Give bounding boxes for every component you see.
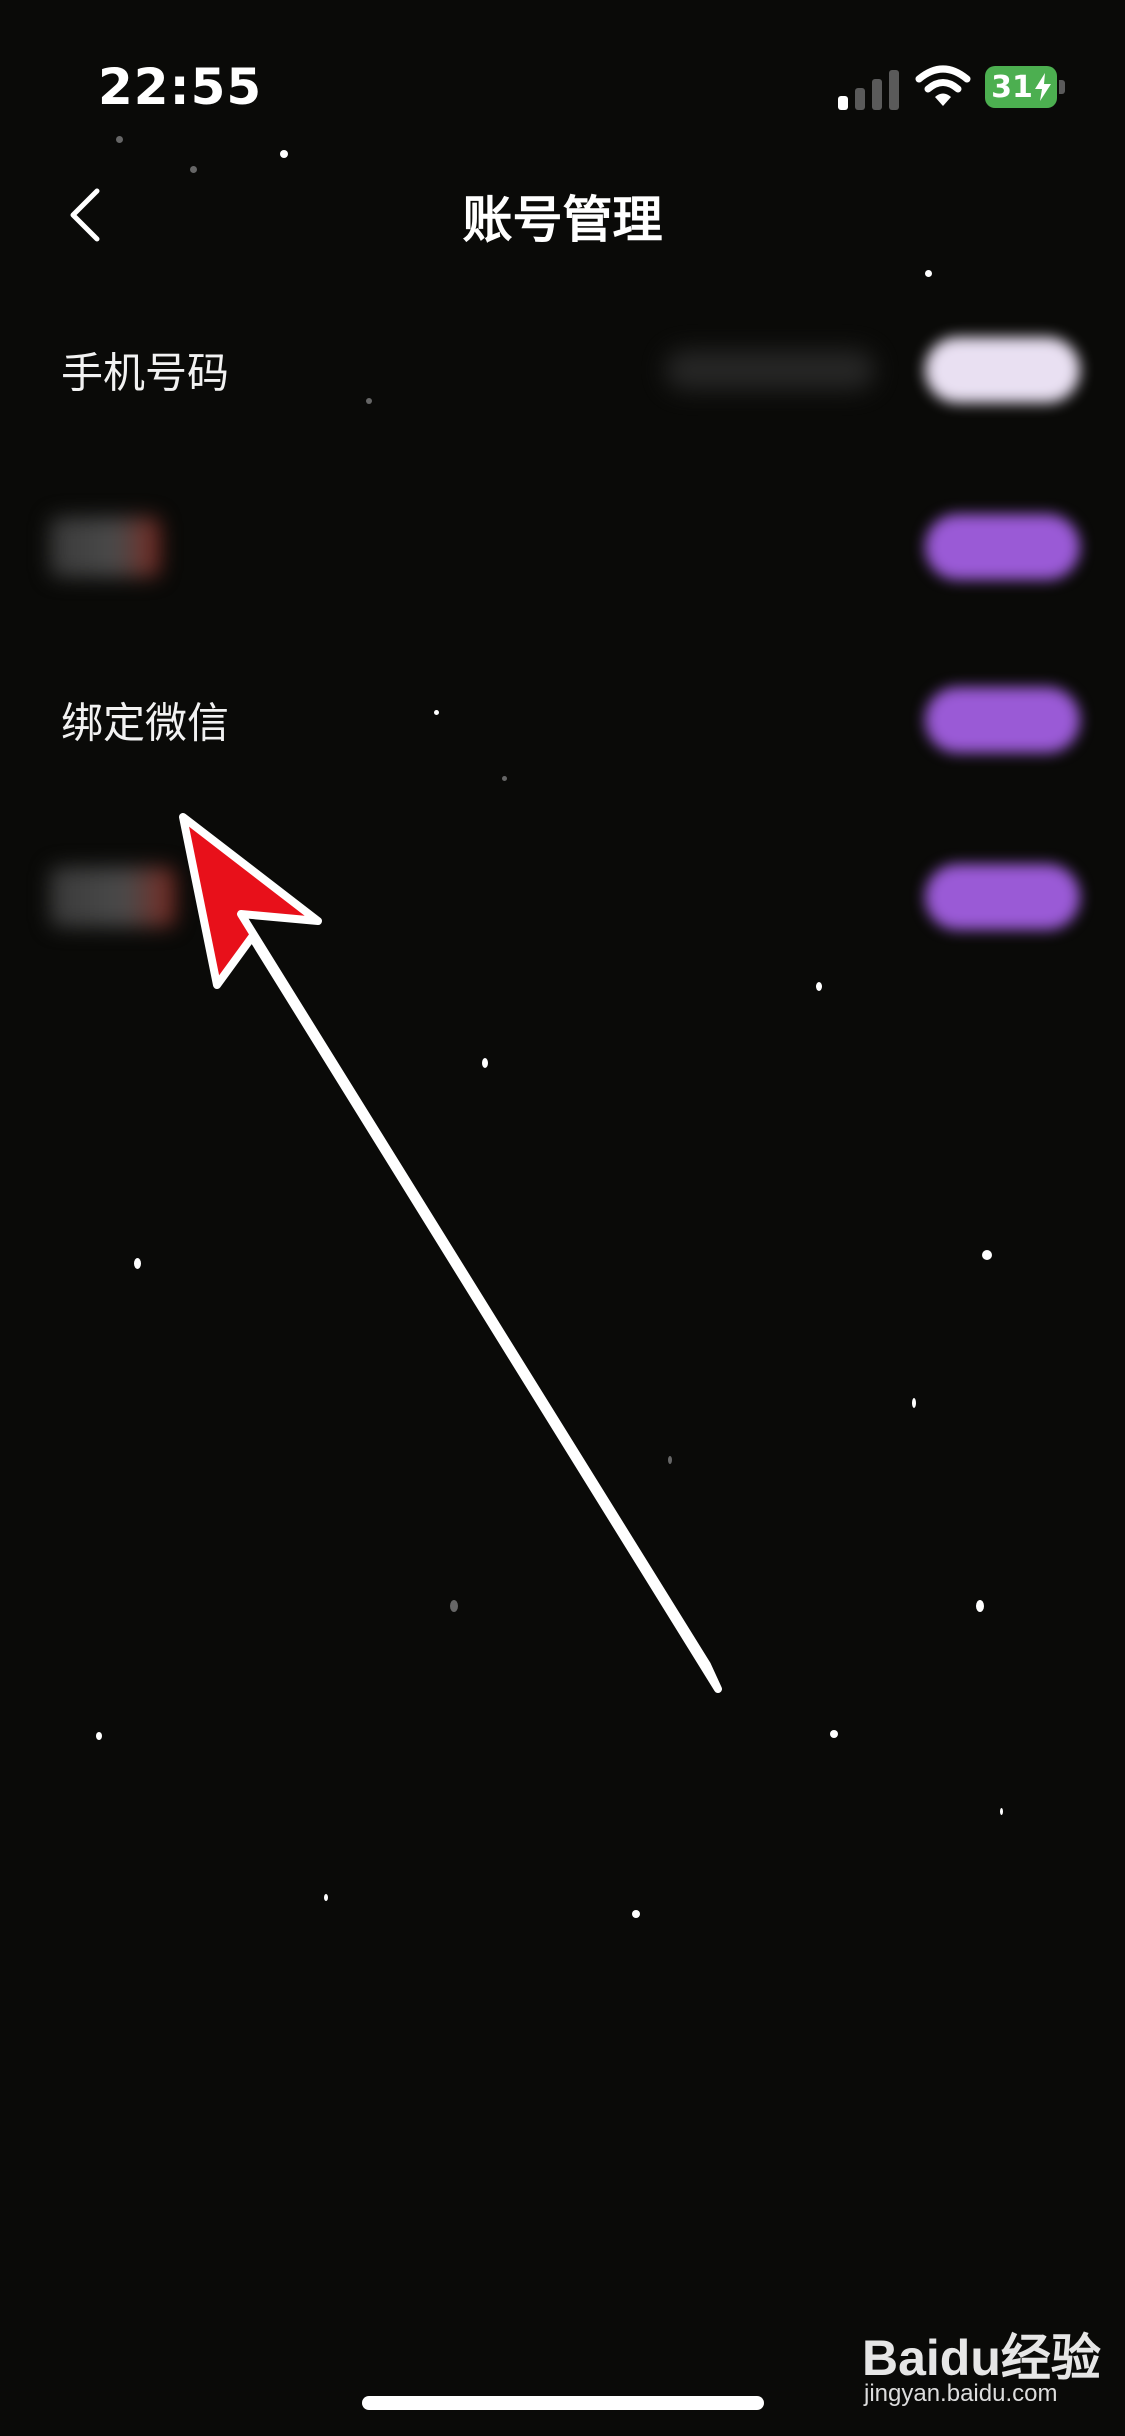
star-decoration bbox=[324, 1894, 328, 1901]
star-decoration bbox=[280, 150, 288, 158]
star-decoration bbox=[116, 136, 123, 143]
battery-icon: 31 bbox=[985, 66, 1065, 108]
battery-level: 31 bbox=[985, 66, 1057, 108]
star-decoration bbox=[668, 1456, 672, 1464]
star-decoration bbox=[96, 1732, 102, 1740]
bind-button-1[interactable] bbox=[925, 514, 1080, 580]
page-title: 账号管理 bbox=[462, 191, 663, 249]
star-decoration bbox=[925, 270, 932, 277]
bind-button-2[interactable] bbox=[925, 864, 1080, 930]
bind-wechat-button[interactable] bbox=[925, 687, 1080, 753]
home-indicator[interactable] bbox=[362, 2396, 764, 2410]
redacted-account-row-1[interactable] bbox=[0, 472, 1125, 622]
star-decoration bbox=[632, 1910, 640, 1918]
phone-action-button[interactable] bbox=[925, 337, 1080, 403]
star-decoration bbox=[976, 1600, 984, 1612]
star-decoration bbox=[190, 166, 197, 173]
watermark-url: jingyan.baidu.com bbox=[864, 2380, 1058, 2407]
redacted-phone-value bbox=[665, 350, 875, 390]
star-decoration bbox=[1000, 1808, 1003, 1815]
star-decoration bbox=[830, 1730, 838, 1738]
wifi-icon bbox=[915, 64, 971, 108]
cellular-signal-icon bbox=[838, 68, 900, 110]
status-time: 22:55 bbox=[98, 58, 263, 116]
account-management-screen: 22:55 31 账号管理 手机号码 绑定微信 Baidu经验 jingyan.… bbox=[0, 0, 1125, 2436]
phone-number-label: 手机号码 bbox=[61, 348, 230, 398]
redacted-row-label bbox=[50, 517, 160, 577]
star-decoration bbox=[450, 1600, 458, 1612]
redacted-account-row-2[interactable] bbox=[0, 822, 1125, 972]
star-decoration bbox=[816, 982, 822, 991]
star-decoration bbox=[502, 776, 507, 781]
star-decoration bbox=[912, 1398, 916, 1408]
redacted-row-label bbox=[50, 867, 175, 927]
bind-wechat-row[interactable]: 绑定微信 bbox=[0, 645, 1125, 795]
star-decoration bbox=[434, 710, 439, 715]
star-decoration bbox=[482, 1058, 488, 1068]
star-decoration bbox=[366, 398, 372, 404]
charging-bolt-icon bbox=[1034, 73, 1051, 101]
baidu-jingyan-watermark: Baidu经验 jingyan.baidu.com bbox=[862, 2310, 1102, 2420]
star-decoration bbox=[134, 1258, 141, 1269]
star-decoration bbox=[982, 1250, 992, 1260]
phone-number-row[interactable]: 手机号码 bbox=[0, 295, 1125, 445]
bind-wechat-label: 绑定微信 bbox=[61, 698, 230, 748]
